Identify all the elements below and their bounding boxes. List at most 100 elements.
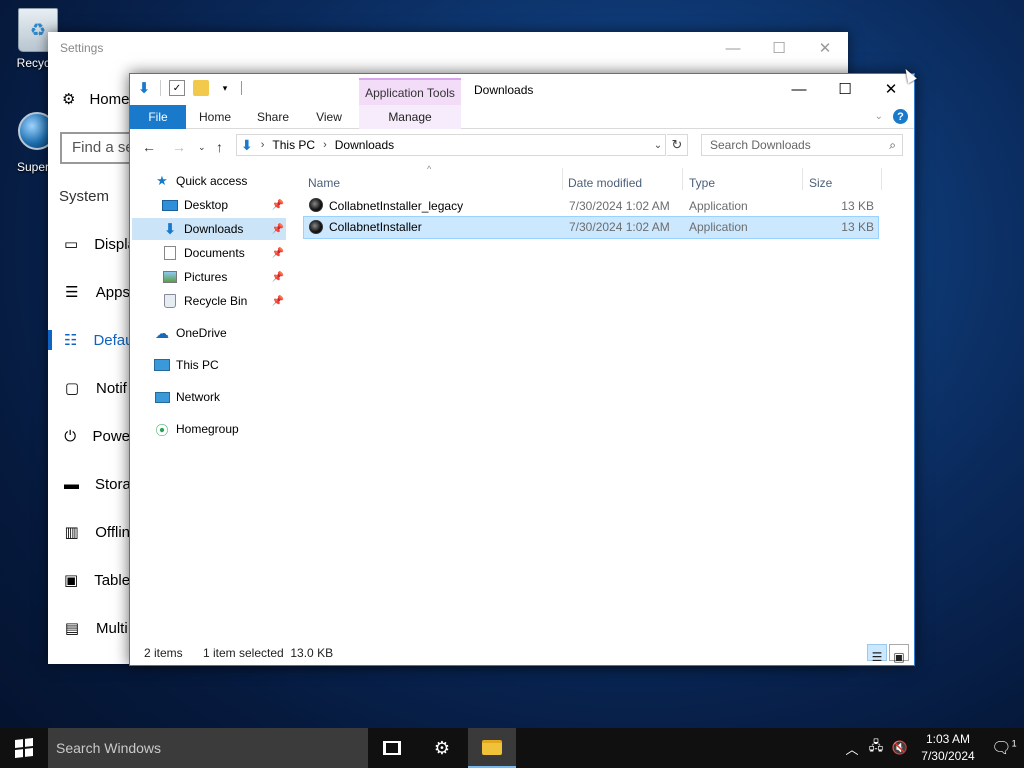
notification-count: 1: [1011, 738, 1017, 749]
clock[interactable]: 1:03 AM 7/30/2024: [912, 731, 984, 765]
settings-nav-storage[interactable]: ▬ Stora: [48, 468, 130, 500]
action-center-button[interactable]: 🗨1: [984, 738, 1024, 758]
details-view-button[interactable]: ☰: [867, 644, 887, 664]
settings-taskbar-button[interactable]: ⚙: [418, 728, 466, 768]
settings-home-link[interactable]: ⚙ Home: [62, 90, 129, 109]
settings-nav-apps[interactable]: ☰ Apps: [48, 276, 130, 308]
new-folder-icon[interactable]: [193, 80, 209, 96]
downloads-folder-icon: ⬇: [241, 136, 253, 153]
settings-nav-power[interactable]: ⏻ Powe: [48, 420, 130, 452]
column-divider[interactable]: [562, 168, 563, 190]
task-view-button[interactable]: [368, 728, 416, 768]
application-tools-context-tab: Application Tools: [359, 78, 461, 105]
close-icon: ✕: [884, 81, 898, 98]
settings-nav-notifications[interactable]: ▢ Notif: [48, 372, 130, 404]
quick-access-toolbar: ⬇ ✓ ▾: [136, 80, 242, 97]
large-icons-view-icon: ▣: [893, 650, 905, 664]
nav-downloads[interactable]: ⬇ Downloads 📌: [132, 218, 286, 240]
file-date: 7/30/2024 1:02 AM: [569, 199, 670, 213]
pin-icon[interactable]: 📌: [272, 272, 284, 283]
file-explorer-taskbar-button[interactable]: [468, 728, 516, 768]
column-header-date-modified[interactable]: Date modified: [568, 176, 642, 190]
forward-arrow-icon[interactable]: →: [172, 139, 186, 155]
settings-nav-display[interactable]: ▭ Displa: [48, 228, 130, 260]
expand-ribbon-icon[interactable]: ⌄: [875, 111, 883, 122]
nav-pictures[interactable]: Pictures 📌: [132, 266, 286, 288]
homegroup-icon: ⦿: [155, 422, 169, 438]
up-arrow-icon[interactable]: ↑: [216, 139, 223, 155]
maximize-button[interactable]: ☐: [756, 32, 802, 64]
nav-homegroup[interactable]: ⦿ Homegroup: [154, 418, 284, 440]
customize-toolbar-icon[interactable]: ▾: [217, 80, 233, 96]
nav-label: Pictures: [184, 270, 228, 284]
nav-label: Homegroup: [176, 422, 239, 436]
settings-nav-multitasking[interactable]: ▤ Multi: [48, 612, 130, 644]
search-input[interactable]: Search Downloads ⌕: [701, 134, 903, 156]
nav-network[interactable]: Network: [154, 386, 284, 408]
pin-icon[interactable]: 📌: [272, 224, 284, 235]
refresh-button[interactable]: ↻: [667, 134, 688, 156]
properties-icon[interactable]: ✓: [169, 80, 185, 96]
nav-quick-access[interactable]: ★ Quick access: [154, 170, 284, 192]
help-icon[interactable]: ?: [893, 109, 908, 124]
refresh-icon: ↻: [671, 137, 683, 152]
column-header-name[interactable]: Name: [308, 176, 340, 190]
start-button[interactable]: [0, 728, 48, 768]
display-icon: ▭: [64, 236, 79, 253]
tab-file[interactable]: File: [130, 105, 186, 129]
pin-icon[interactable]: 📌: [272, 296, 284, 307]
column-header-type[interactable]: Type: [689, 176, 715, 190]
volume-muted-icon[interactable]: 🔇: [888, 740, 912, 756]
taskbar-search-input[interactable]: Search Windows: [48, 728, 368, 768]
tab-view[interactable]: View: [302, 105, 356, 129]
maximize-button[interactable]: ☐: [822, 74, 868, 104]
column-divider[interactable]: [802, 168, 803, 190]
nav-recycle-bin[interactable]: Recycle Bin 📌: [132, 290, 286, 312]
tab-home[interactable]: Home: [188, 105, 242, 129]
settings-nav-offline-maps[interactable]: ▥ Offlin: [48, 516, 130, 548]
file-name: CollabnetInstaller_legacy: [329, 199, 464, 213]
clock-date: 7/30/2024: [921, 749, 975, 763]
settings-nav-tablet-mode[interactable]: ▣ Table: [48, 564, 130, 596]
network-icon[interactable]: 🖧: [864, 737, 888, 759]
clock-time: 1:03 AM: [925, 732, 971, 746]
nav-onedrive[interactable]: ☁ OneDrive: [154, 322, 284, 344]
file-type: Application: [689, 199, 748, 213]
show-hidden-icons-icon[interactable]: ︿: [840, 739, 864, 758]
breadcrumb-downloads[interactable]: Downloads: [335, 138, 394, 152]
chevron-down-icon[interactable]: ⌄: [651, 140, 665, 151]
windows-logo-icon: [15, 738, 33, 758]
tablet-mode-icon: ▣: [64, 572, 79, 589]
window-title: Downloads: [474, 83, 534, 97]
back-arrow-icon[interactable]: ←: [142, 139, 156, 155]
recent-locations-icon[interactable]: ⌄: [198, 142, 206, 153]
settings-titlebar[interactable]: Settings — ☐ ✕: [48, 32, 848, 64]
pin-icon[interactable]: 📌: [272, 200, 284, 211]
tab-manage[interactable]: Manage: [359, 105, 461, 129]
star-icon: ★: [156, 173, 168, 188]
ribbon-tabs: File Home Share View Manage ⌄ ?: [130, 105, 914, 129]
minimize-button[interactable]: —: [776, 74, 822, 104]
tab-share[interactable]: Share: [246, 105, 300, 129]
column-header-size[interactable]: Size: [809, 176, 832, 190]
settings-nav-label: Notif: [96, 379, 127, 397]
column-divider[interactable]: [682, 168, 683, 190]
file-explorer-window[interactable]: ⬇ ✓ ▾ Application Tools Downloads — ☐ ✕ …: [129, 73, 915, 666]
breadcrumb-this-pc[interactable]: This PC: [272, 138, 315, 152]
pin-icon[interactable]: 📌: [272, 248, 284, 259]
minimize-button[interactable]: —: [710, 32, 756, 64]
nav-desktop[interactable]: Desktop 📌: [132, 194, 286, 216]
address-bar[interactable]: ⬇ › This PC › Downloads ⌄: [236, 134, 666, 156]
onedrive-icon: ☁: [155, 324, 169, 341]
settings-nav-default-apps[interactable]: ☷ Defau: [48, 324, 130, 356]
folder-icon: [482, 739, 502, 755]
large-icons-view-button[interactable]: ▣: [889, 644, 909, 664]
nav-this-pc[interactable]: This PC: [154, 354, 284, 376]
file-row-selected[interactable]: CollabnetInstaller 7/30/2024 1:02 AM App…: [303, 216, 879, 239]
nav-documents[interactable]: Documents 📌: [132, 242, 286, 264]
file-row[interactable]: CollabnetInstaller_legacy 7/30/2024 1:02…: [304, 196, 878, 217]
file-size: 13 KB: [841, 199, 874, 213]
column-divider[interactable]: [881, 168, 882, 190]
close-button[interactable]: ✕: [802, 32, 848, 64]
explorer-titlebar[interactable]: ⬇ ✓ ▾ Application Tools Downloads — ☐ ✕: [130, 74, 914, 105]
